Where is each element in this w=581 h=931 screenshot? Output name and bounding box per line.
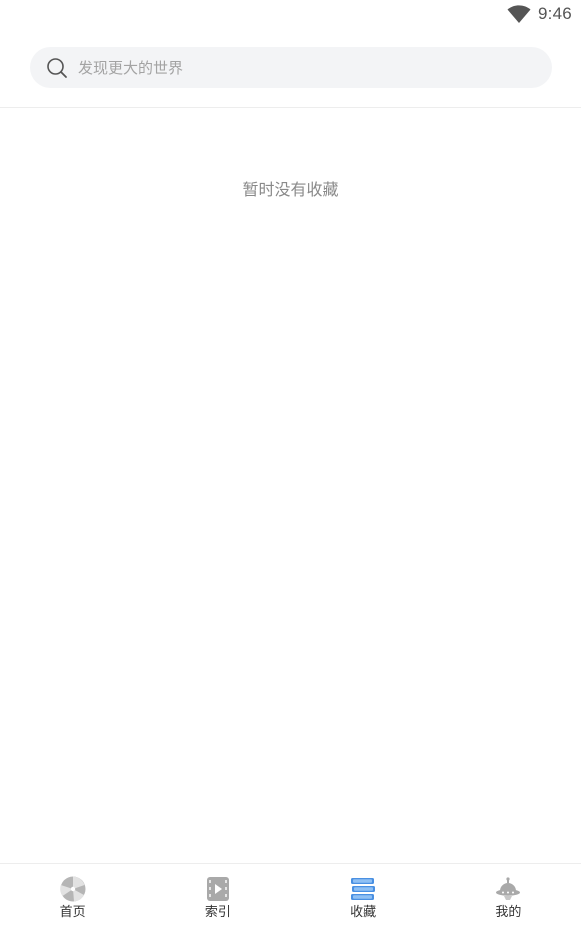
bottom-nav: 首页 索引 收藏 我的: [0, 863, 581, 931]
status-time: 9:46: [538, 4, 572, 23]
nav-item-home[interactable]: 首页: [0, 864, 145, 931]
empty-state-message: 暂时没有收藏: [242, 180, 339, 199]
nav-item-favorites[interactable]: 收藏: [291, 864, 436, 931]
search-input[interactable]: [78, 47, 538, 88]
nav-label: 收藏: [350, 905, 377, 920]
nav-item-profile[interactable]: 我的: [436, 864, 581, 931]
nav-label: 索引: [204, 905, 231, 920]
search-bar[interactable]: [30, 47, 552, 88]
nav-label: 我的: [495, 905, 522, 920]
search-header: [0, 32, 581, 108]
search-icon: [47, 58, 67, 78]
status-bar: 9:46: [0, 0, 581, 32]
stack-icon: [351, 878, 376, 900]
alien-icon: [496, 877, 521, 900]
film-icon: [206, 877, 229, 901]
pinwheel-icon: [59, 876, 86, 902]
nav-item-index[interactable]: 索引: [145, 864, 290, 931]
nav-label: 首页: [59, 905, 86, 920]
wifi-icon: [507, 5, 531, 23]
